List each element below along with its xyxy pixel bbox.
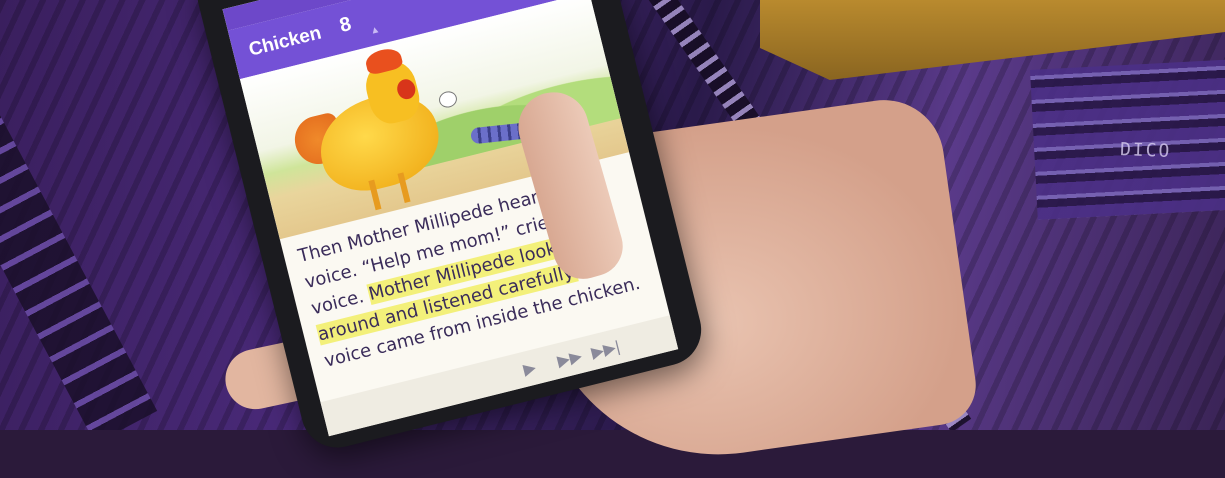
fast-forward-icon[interactable]: ▶▶ <box>555 346 584 371</box>
page-caret-icon: ▲ <box>368 23 382 38</box>
book-title: Chicken <box>246 22 324 61</box>
page-number[interactable]: 8 <box>337 13 353 38</box>
textile-stripe <box>0 40 158 430</box>
speaker-icon[interactable] <box>473 0 498 6</box>
play-icon[interactable]: ▶ <box>521 357 538 379</box>
skip-next-icon[interactable]: ▶▶| <box>589 337 622 363</box>
woven-lettering: DICO <box>1119 139 1172 162</box>
